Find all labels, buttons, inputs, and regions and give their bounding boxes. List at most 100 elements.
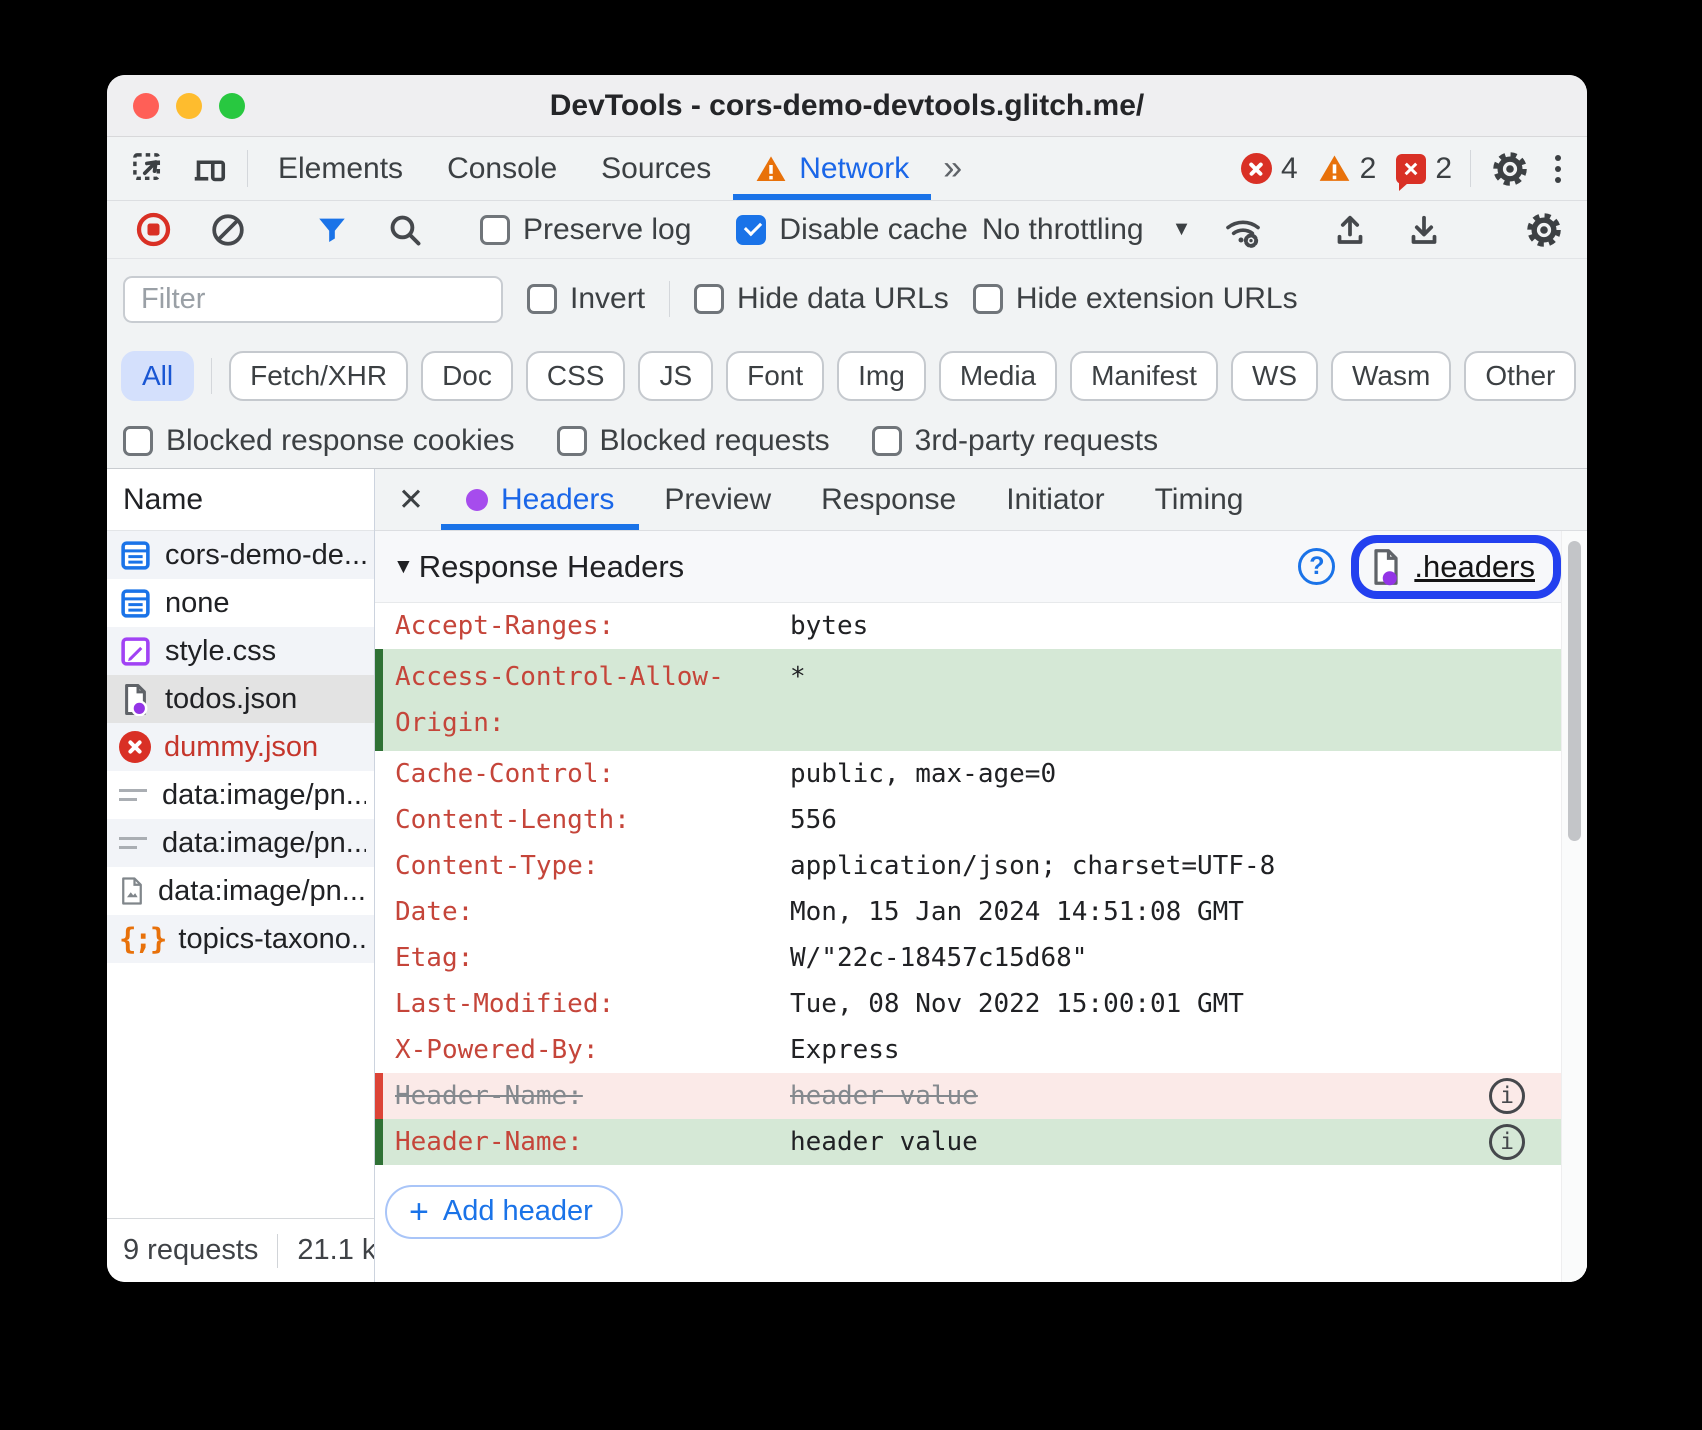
response-headers-list: Accept-Ranges: bytes Access-Control-Allo… xyxy=(375,603,1587,1282)
settings-button[interactable] xyxy=(1479,137,1541,200)
issues-icon xyxy=(1396,154,1426,184)
tab-response[interactable]: Response xyxy=(796,469,981,530)
import-har-button[interactable] xyxy=(1394,212,1454,248)
scrollbar-thumb[interactable] xyxy=(1568,541,1581,841)
header-row-date[interactable]: Date: Mon, 15 Jan 2024 14:51:08 GMT xyxy=(375,889,1561,935)
filter-input[interactable] xyxy=(123,276,503,323)
record-network-log-button[interactable] xyxy=(123,211,184,248)
network-conditions-button[interactable] xyxy=(1211,210,1275,250)
type-filter-other[interactable]: Other xyxy=(1464,351,1576,401)
header-row-etag[interactable]: Etag: W/"22c-18457c15d68" xyxy=(375,935,1561,981)
export-har-button[interactable] xyxy=(1320,212,1380,248)
header-row-x-powered-by[interactable]: X-Powered-By: Express xyxy=(375,1027,1561,1073)
close-window-button[interactable] xyxy=(133,93,159,119)
window-title: DevTools - cors-demo-devtools.glitch.me/ xyxy=(550,89,1145,123)
header-row-accept-ranges[interactable]: Accept-Ranges: bytes xyxy=(375,603,1561,649)
type-filter-manifest[interactable]: Manifest xyxy=(1070,351,1218,401)
scrollbar-track[interactable] xyxy=(1561,531,1587,1282)
checkbox-unchecked xyxy=(694,284,724,314)
request-row-data-image-1[interactable]: data:image/pn... xyxy=(107,771,374,819)
info-icon[interactable]: i xyxy=(1489,1124,1525,1160)
request-row-cors-demo[interactable]: cors-demo-de... xyxy=(107,531,374,579)
type-filter-wasm[interactable]: Wasm xyxy=(1331,351,1451,401)
request-row-style-css[interactable]: style.css xyxy=(107,627,374,675)
preserve-log-checkbox[interactable]: Preserve log xyxy=(480,213,691,247)
tab-elements[interactable]: Elements xyxy=(256,137,425,200)
type-filter-font[interactable]: Font xyxy=(726,351,824,401)
type-filter-all[interactable]: All xyxy=(121,351,194,401)
hide-data-urls-checkbox[interactable]: Hide data URLs xyxy=(694,282,949,316)
stylesheet-icon xyxy=(119,635,152,668)
request-row-topics-taxonomy[interactable]: {;} topics-taxono... xyxy=(107,915,374,963)
hide-extension-urls-checkbox[interactable]: Hide extension URLs xyxy=(973,282,1298,316)
header-name: X-Powered-By: xyxy=(395,1027,790,1073)
type-filter-fetch-xhr[interactable]: Fetch/XHR xyxy=(229,351,408,401)
header-value: header value xyxy=(790,1119,978,1165)
name-column-header[interactable]: Name xyxy=(107,469,374,531)
clear-network-log-button[interactable] xyxy=(198,212,258,248)
tab-network[interactable]: Network xyxy=(733,137,931,200)
third-party-requests-checkbox[interactable]: 3rd-party requests xyxy=(872,424,1158,458)
request-list-panel: Name cors-demo-de... n xyxy=(107,469,375,1282)
blocked-requests-checkbox[interactable]: Blocked requests xyxy=(557,424,830,458)
header-row-added-override[interactable]: Header-Name: header value i xyxy=(375,1119,1561,1165)
minimize-window-button[interactable] xyxy=(176,93,202,119)
console-errors-badge[interactable]: 4 xyxy=(1231,137,1308,200)
upload-icon xyxy=(1332,212,1368,248)
type-filter-ws[interactable]: WS xyxy=(1231,351,1318,401)
close-detail-button[interactable]: ✕ xyxy=(381,469,441,530)
type-filter-img[interactable]: Img xyxy=(837,351,926,401)
request-row-none[interactable]: none xyxy=(107,579,374,627)
header-row-last-modified[interactable]: Last-Modified: Tue, 08 Nov 2022 15:00:01… xyxy=(375,981,1561,1027)
tab-timing[interactable]: Timing xyxy=(1130,469,1269,530)
tab-headers[interactable]: Headers xyxy=(441,469,639,530)
header-row-removed-override[interactable]: Header-Name: header value i xyxy=(375,1073,1561,1119)
override-file-icon xyxy=(1371,548,1401,586)
tab-preview[interactable]: Preview xyxy=(639,469,796,530)
network-settings-button[interactable] xyxy=(1513,211,1575,249)
issues-badge[interactable]: 2 xyxy=(1386,137,1462,200)
throttling-value: No throttling xyxy=(982,213,1144,247)
tab-label: Network xyxy=(799,152,909,186)
request-row-dummy-json[interactable]: dummy.json xyxy=(107,723,374,771)
search-button[interactable] xyxy=(375,212,435,248)
tab-initiator[interactable]: Initiator xyxy=(981,469,1129,530)
type-filter-css[interactable]: CSS xyxy=(526,351,626,401)
tab-console[interactable]: Console xyxy=(425,137,579,200)
zoom-window-button[interactable] xyxy=(219,93,245,119)
add-header-row: + Add header xyxy=(375,1165,1561,1239)
close-icon: ✕ xyxy=(398,482,424,518)
info-icon[interactable]: i xyxy=(1489,1078,1525,1114)
disable-cache-checkbox[interactable]: Disable cache xyxy=(736,213,967,247)
device-toolbar-button[interactable] xyxy=(179,137,239,200)
collapse-caret-icon[interactable]: ▼ xyxy=(393,555,414,579)
header-row-cache-control[interactable]: Cache-Control: public, max-age=0 xyxy=(375,751,1561,797)
request-row-todos-json[interactable]: todos.json xyxy=(107,675,374,723)
invert-checkbox[interactable]: Invert xyxy=(527,282,645,316)
type-filter-js[interactable]: JS xyxy=(638,351,713,401)
header-row-access-control-allow-origin[interactable]: Access-Control-Allow-Origin: * xyxy=(375,649,1561,751)
request-row-data-image-3[interactable]: data:image/pn... xyxy=(107,867,374,915)
request-row-data-image-2[interactable]: data:image/pn... xyxy=(107,819,374,867)
customize-devtools-button[interactable] xyxy=(1541,137,1575,200)
tab-sources[interactable]: Sources xyxy=(579,137,733,200)
header-row-content-type[interactable]: Content-Type: application/json; charset=… xyxy=(375,843,1561,889)
blocked-cookies-checkbox[interactable]: Blocked response cookies xyxy=(123,424,515,458)
checkbox-unchecked xyxy=(973,284,1003,314)
more-tabs-button[interactable]: » xyxy=(931,137,974,200)
section-title[interactable]: Response Headers xyxy=(419,549,684,585)
header-name: Content-Length: xyxy=(395,797,790,843)
filter-button[interactable] xyxy=(303,213,361,247)
console-warnings-badge[interactable]: 2 xyxy=(1308,137,1387,200)
help-icon[interactable]: ? xyxy=(1298,548,1335,585)
divider xyxy=(211,358,212,394)
network-warning-icon xyxy=(755,153,787,185)
type-filter-doc[interactable]: Doc xyxy=(421,351,513,401)
throttling-dropdown[interactable]: No throttling ▼ xyxy=(982,213,1198,247)
headers-file-link[interactable]: .headers xyxy=(1414,549,1535,585)
inspect-element-button[interactable] xyxy=(119,137,179,200)
add-header-button[interactable]: + Add header xyxy=(385,1185,623,1239)
header-row-content-length[interactable]: Content-Length: 556 xyxy=(375,797,1561,843)
header-name: Content-Type: xyxy=(395,843,790,889)
type-filter-media[interactable]: Media xyxy=(939,351,1057,401)
